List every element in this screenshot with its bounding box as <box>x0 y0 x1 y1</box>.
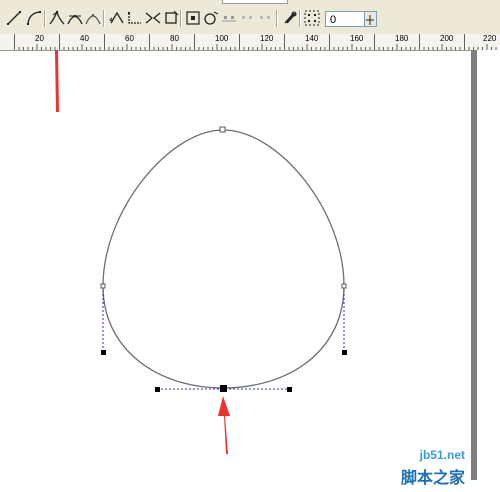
ruler-ticks <box>14 34 497 50</box>
extract-subpath-icon[interactable] <box>143 8 163 28</box>
line-to-icon[interactable] <box>4 8 24 28</box>
ruler-label: 40 <box>80 34 89 43</box>
watermark-name: 脚本之家 <box>400 468 465 487</box>
stretch-scale-nodes-icon[interactable] <box>183 8 203 28</box>
toolbar-separator <box>276 10 278 27</box>
ruler-label: 180 <box>395 34 409 43</box>
toolbar-separator <box>103 10 105 27</box>
ruler-label: 160 <box>350 34 364 43</box>
property-bar: 0 <box>0 4 500 35</box>
smooth-node-icon[interactable] <box>65 8 85 28</box>
red-arrow-icon <box>50 50 63 112</box>
drawing-canvas[interactable]: jb51.net 脚本之家 <box>0 50 471 492</box>
cusp-node-icon[interactable] <box>47 8 67 28</box>
reverse-direction-icon[interactable] <box>107 8 127 28</box>
ruler-label: 20 <box>35 34 44 43</box>
curve-smoothness-input[interactable]: 0 <box>325 11 365 27</box>
rotate-skew-nodes-icon[interactable] <box>201 8 221 28</box>
ruler-label: 140 <box>305 34 319 43</box>
ruler-label: 100 <box>215 34 229 43</box>
left-node[interactable] <box>100 283 106 289</box>
auto-close-icon[interactable] <box>161 8 181 28</box>
ruler-label: 200 <box>440 34 454 43</box>
right-handle-point[interactable] <box>342 350 347 355</box>
bottom-right-handle-point[interactable] <box>287 387 292 392</box>
align-nodes-icon[interactable] <box>219 8 239 28</box>
curve-to-icon[interactable] <box>24 8 44 28</box>
toolbar-separator <box>180 10 182 27</box>
ruler-label: 80 <box>170 34 179 43</box>
extend-curve-icon[interactable] <box>125 8 145 28</box>
selected-bottom-node[interactable] <box>220 385 227 392</box>
watermark: jb51.net 脚本之家 <box>377 448 467 488</box>
elastic-mode-icon[interactable] <box>280 8 300 28</box>
side-area <box>477 50 500 492</box>
red-arrow-icon <box>218 396 230 454</box>
top-node[interactable] <box>219 126 226 133</box>
horizontal-ruler: 20 40 60 80 100 120 140 160 180 200 220 <box>0 34 500 51</box>
bottom-left-handle-point[interactable] <box>155 387 160 392</box>
align-nodes-horizontal-icon <box>237 8 257 28</box>
egg-curve[interactable] <box>102 129 345 389</box>
align-nodes-vertical-icon <box>255 8 275 28</box>
ruler-label: 60 <box>125 34 134 43</box>
right-node[interactable] <box>341 283 347 289</box>
symmetric-node-icon[interactable] <box>83 8 103 28</box>
ruler-label: 120 <box>260 34 274 43</box>
toolbar-separator <box>44 10 46 27</box>
ruler-label: 220 <box>483 34 497 43</box>
toolbar-separator <box>299 10 301 27</box>
select-all-nodes-icon[interactable] <box>302 8 322 28</box>
watermark-domain: jb51.net <box>419 448 465 462</box>
left-handle-point[interactable] <box>101 350 106 355</box>
curve-smoothness-slider-button[interactable] <box>365 11 377 27</box>
